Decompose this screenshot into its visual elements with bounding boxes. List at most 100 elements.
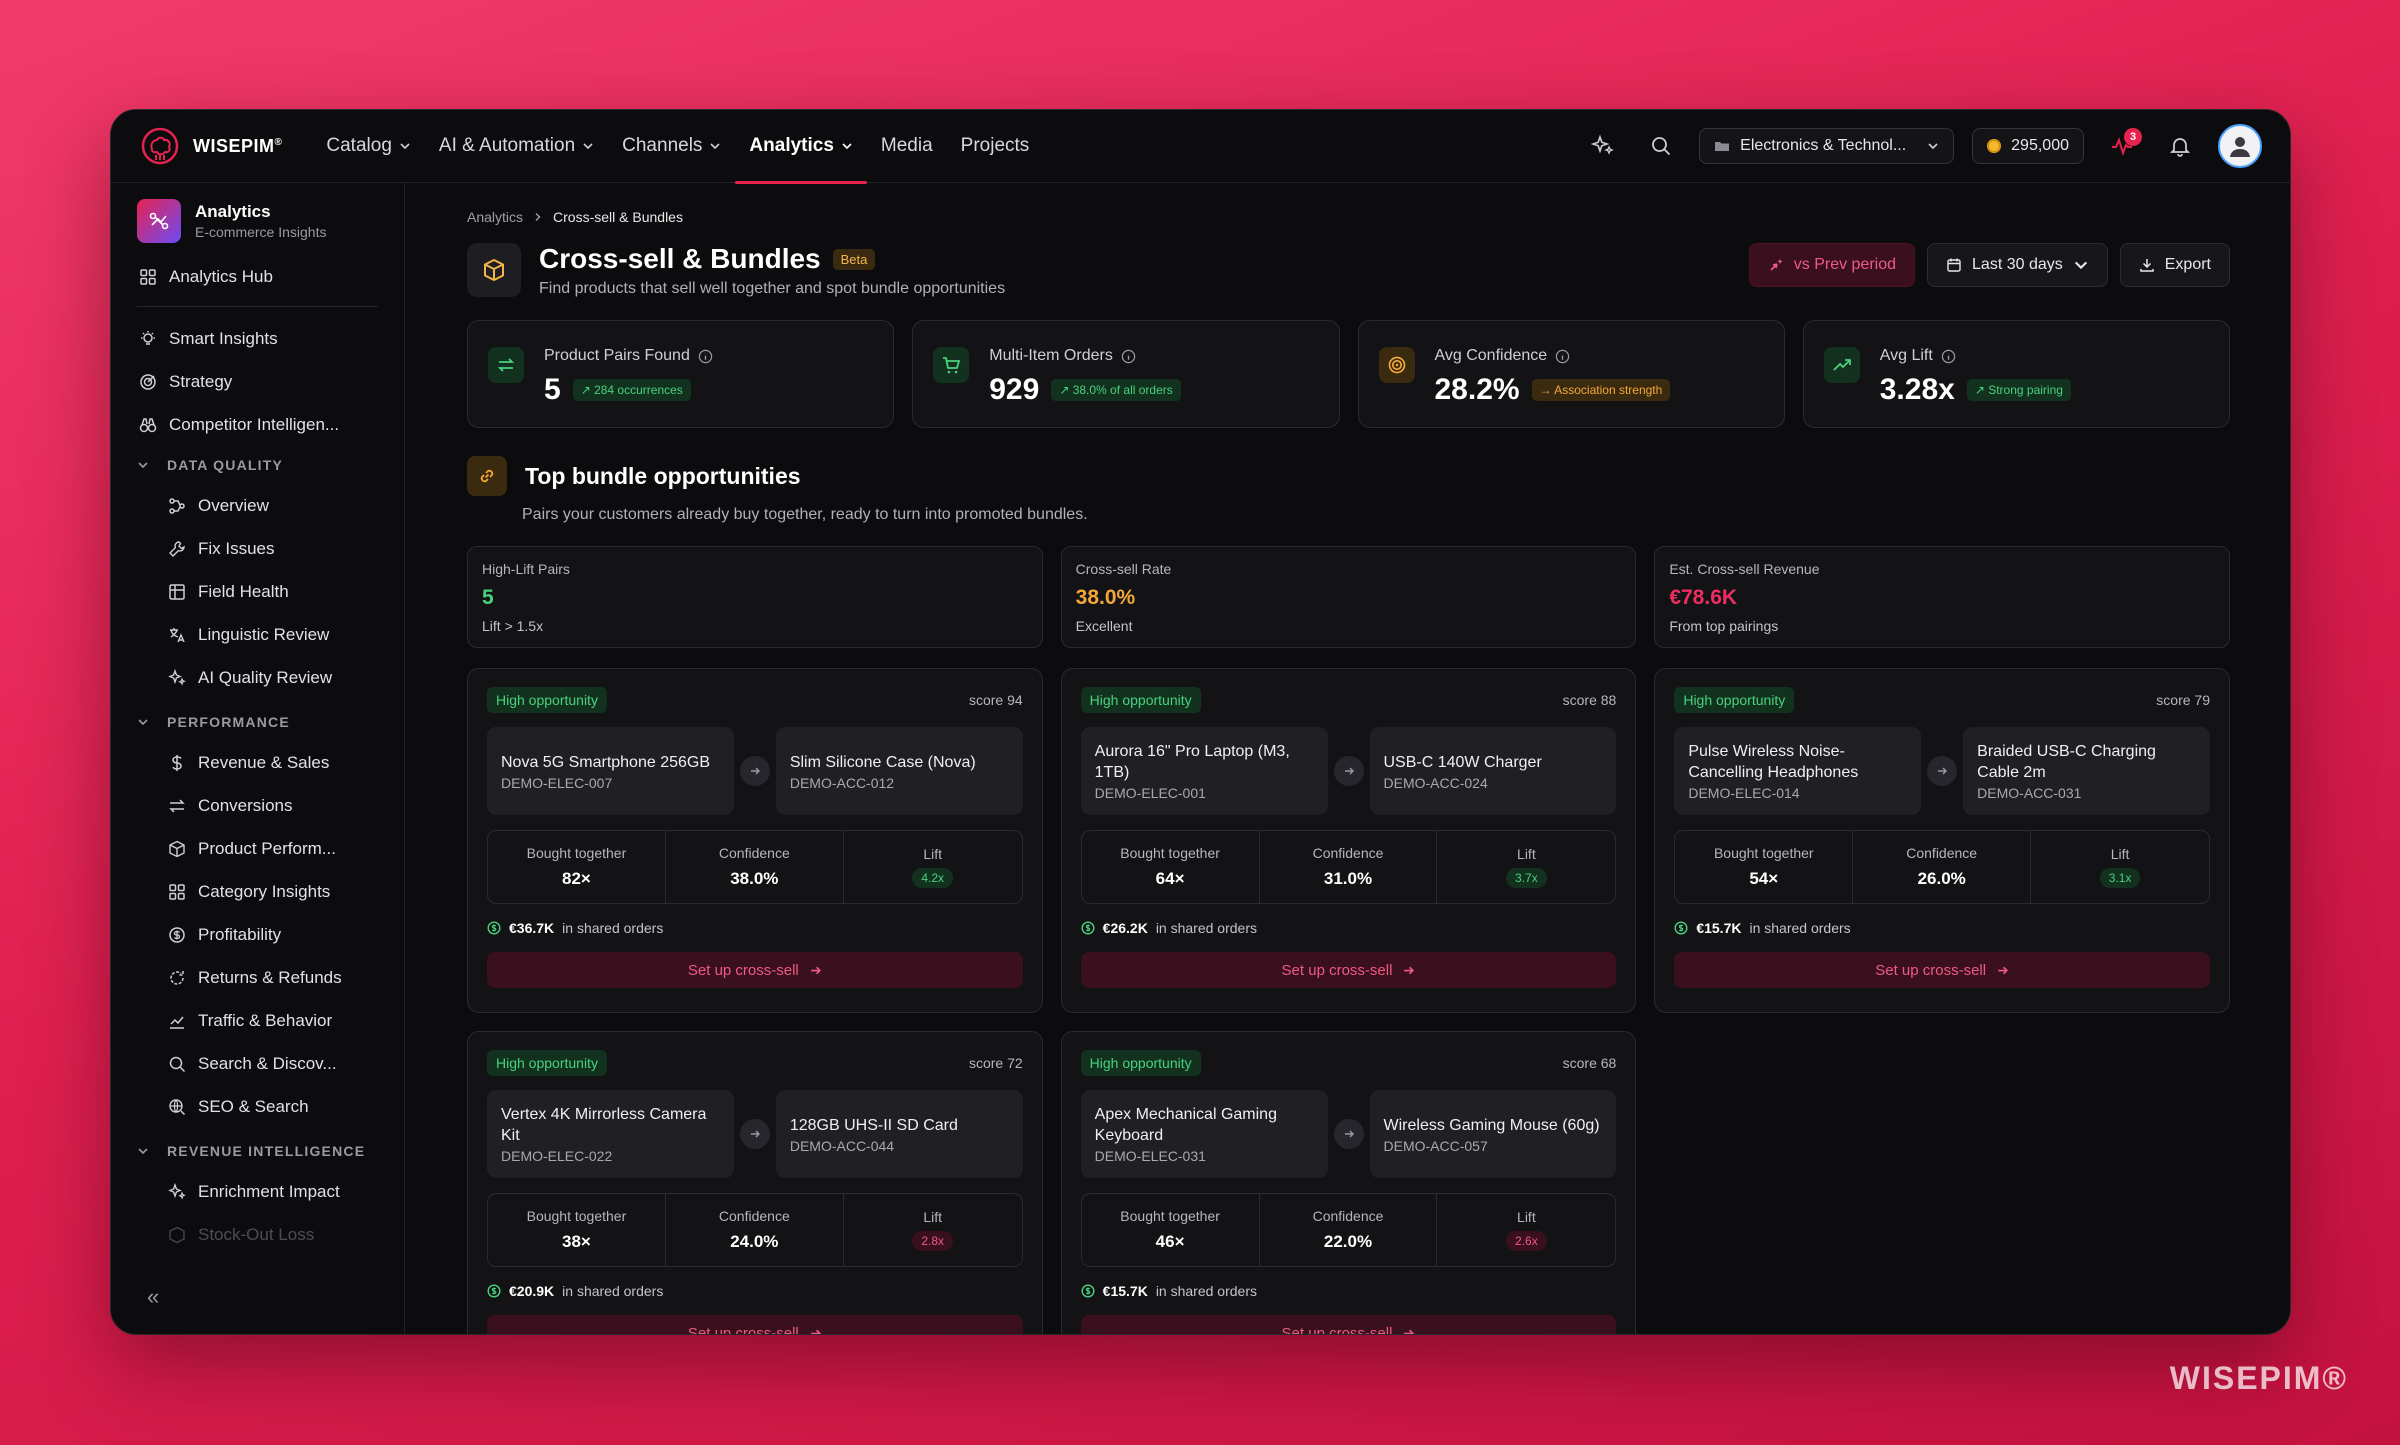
metric-label: Bought together (526, 1208, 627, 1224)
info-icon[interactable] (1941, 349, 1956, 364)
sidebar-item-label: Product Perform... (198, 838, 336, 858)
coin-icon (1987, 139, 2002, 153)
credits-balance[interactable]: 295,000 (1972, 128, 2084, 164)
set-up-cross-sell-button[interactable]: Set up cross-sell (487, 1315, 1023, 1334)
metric-label: Bought together (1120, 845, 1220, 861)
stat-foot: From top pairings (1669, 618, 1779, 634)
ai-sparkle-button[interactable] (1583, 126, 1623, 166)
set-up-cross-sell-button[interactable]: Set up cross-sell (487, 952, 1023, 988)
kpi-trend-chip: ↗ 284 occurrences (572, 379, 691, 401)
nav-analytics[interactable]: Analytics (735, 110, 868, 184)
kpi-card-avg-lift: Avg Lift 3.28x ↗ Strong pairing (1802, 320, 2230, 428)
compare-prev-period-button[interactable]: vs Prev period (1748, 243, 1916, 287)
section-subtitle: Pairs your customers already buy togethe… (522, 506, 1088, 523)
export-button[interactable]: Export (2119, 243, 2230, 287)
info-icon[interactable] (1555, 349, 1570, 364)
nav-projects[interactable]: Projects (947, 110, 1044, 183)
sidebar-item-label: Fix Issues (198, 538, 275, 558)
sidebar-item-enrichment-impact[interactable]: Enrichment Impact (111, 1170, 404, 1213)
date-range-label: Last 30 days (1972, 256, 2063, 273)
watermark: WISEPIM® (2169, 1360, 2348, 1396)
sidebar-item-competitor-intelligence[interactable]: Competitor Intelligen... (111, 403, 404, 446)
set-up-cross-sell-button[interactable]: Set up cross-sell (1674, 952, 2210, 988)
sidebar-item-strategy[interactable]: Strategy (111, 360, 404, 403)
user-avatar[interactable] (2218, 124, 2262, 168)
kpi-value: 929 (989, 373, 1040, 406)
bundle-section-header: Top bundle opportunities (467, 456, 2230, 496)
bundle-score: score 88 (1562, 692, 1617, 708)
sidebar-item-conversions[interactable]: Conversions (111, 784, 404, 827)
sidebar-item-label: Analytics Hub (169, 266, 273, 286)
sidebar-item-stock-out-loss[interactable]: Stock-Out Loss (111, 1213, 404, 1256)
sidebar-item-analytics-hub[interactable]: Analytics Hub (111, 255, 404, 298)
chevron-down-icon (400, 143, 410, 150)
shared-amount: €20.9K (509, 1283, 555, 1299)
coin-dollar-icon (1081, 921, 1095, 935)
sidebar-item-field-health[interactable]: Field Health (111, 570, 404, 613)
sidebar-item-label: SEO & Search (198, 1096, 309, 1116)
product-sku: DEMO-ELEC-001 (1094, 785, 1206, 801)
info-icon[interactable] (1121, 349, 1136, 364)
sidebar-item-category-insights[interactable]: Category Insights (111, 870, 404, 913)
metric-label: Lift (923, 846, 943, 862)
nav-ai-automation[interactable]: AI & Automation (425, 110, 608, 183)
info-icon[interactable] (698, 349, 713, 364)
sidebar-item-label: Smart Insights (169, 328, 278, 348)
product-tile[interactable]: Pulse Wireless Noise-Cancelling Headphon… (1674, 727, 1922, 815)
sidebar-item-ai-quality-review[interactable]: AI Quality Review (111, 656, 404, 699)
sidebar-section-label: REVENUE INTELLIGENCE (167, 1143, 366, 1159)
sidebar-section-data-quality[interactable]: DATA QUALITY (111, 446, 404, 484)
stat-est-cross-sell-revenue: Est. Cross-sell Revenue €78.6K From top … (1654, 546, 2230, 648)
nav-catalog[interactable]: Catalog (312, 110, 425, 183)
sidebar-item-returns-refunds[interactable]: Returns & Refunds (111, 956, 404, 999)
product-tile[interactable]: Braided USB-C Charging Cable 2m DEMO-ACC… (1963, 727, 2211, 815)
set-up-cross-sell-button[interactable]: Set up cross-sell (1080, 952, 1617, 988)
nav-label: Channels (622, 135, 703, 156)
opportunity-badge: High opportunity (1080, 687, 1201, 713)
sidebar-item-fix-issues[interactable]: Fix Issues (111, 527, 404, 570)
product-tile[interactable]: Wireless Gaming Mouse (60g) DEMO-ACC-057 (1369, 1090, 1617, 1178)
chevron-down-icon (842, 143, 852, 150)
nav-media[interactable]: Media (867, 110, 947, 183)
search-button[interactable] (1641, 126, 1681, 166)
nav-channels[interactable]: Channels (608, 110, 735, 183)
sidebar-item-search-discovery[interactable]: Search & Discov... (111, 1042, 404, 1085)
arrow-right-icon (739, 756, 770, 786)
date-range-select[interactable]: Last 30 days (1927, 243, 2108, 287)
beta-badge: Beta (832, 248, 876, 270)
nav-label: Analytics (749, 135, 834, 156)
activity-button[interactable]: 3 (2102, 126, 2142, 166)
sidebar-item-profitability[interactable]: Profitability (111, 913, 404, 956)
metric-bought-together: 38× (562, 1232, 591, 1251)
coin-dollar-icon (487, 1284, 501, 1298)
sidebar-item-smart-insights[interactable]: Smart Insights (111, 317, 404, 360)
sidebar-item-traffic-behavior[interactable]: Traffic & Behavior (111, 999, 404, 1042)
sidebar-item-overview[interactable]: Overview (111, 484, 404, 527)
sidebar-item-revenue-sales[interactable]: Revenue & Sales (111, 741, 404, 784)
brand-logo[interactable]: WISEPIM® (139, 125, 282, 167)
collapse-sidebar-button[interactable]: « (147, 1284, 159, 1310)
sidebar-section-performance[interactable]: PERFORMANCE (111, 703, 404, 741)
product-tile[interactable]: Apex Mechanical Gaming Keyboard DEMO-ELE… (1080, 1090, 1328, 1178)
bundle-metrics: Bought together 54× Confidence 26.0% Lif… (1674, 830, 2210, 904)
product-tile[interactable]: Aurora 16" Pro Laptop (M3, 1TB) DEMO-ELE… (1080, 727, 1328, 815)
product-sku: DEMO-ACC-044 (789, 1137, 895, 1154)
product-tile[interactable]: Vertex 4K Mirrorless Camera Kit DEMO-ELE… (487, 1090, 734, 1178)
kpi-card-product-pairs: Product Pairs Found 5 ↗ 284 occurrences (467, 320, 895, 428)
metric-confidence: 22.0% (1323, 1232, 1373, 1251)
sidebar-item-product-performance[interactable]: Product Perform... (111, 827, 404, 870)
metric-confidence: 24.0% (730, 1232, 779, 1251)
sidebar-item-seo-search[interactable]: SEO & Search (111, 1085, 404, 1128)
product-tile[interactable]: 128GB UHS-II SD Card DEMO-ACC-044 (775, 1090, 1023, 1178)
sidebar-section-revenue-intelligence[interactable]: REVENUE INTELLIGENCE (111, 1132, 404, 1170)
set-up-cross-sell-button[interactable]: Set up cross-sell (1080, 1315, 1617, 1334)
product-tile[interactable]: USB-C 140W Charger DEMO-ACC-024 (1369, 727, 1617, 815)
breadcrumb-analytics[interactable]: Analytics (467, 209, 523, 225)
metric-label: Confidence (718, 845, 790, 861)
product-tile[interactable]: Nova 5G Smartphone 256GB DEMO-ELEC-007 (487, 727, 734, 815)
sidebar-item-linguistic-review[interactable]: Linguistic Review (111, 613, 404, 656)
notifications-button[interactable] (2160, 126, 2200, 166)
product-tile[interactable]: Slim Silicone Case (Nova) DEMO-ACC-012 (775, 727, 1023, 815)
bundle-cards: High opportunity score 94 Nova 5G Smartp… (467, 668, 2230, 1334)
workspace-select[interactable]: Electronics & Technol... (1699, 128, 1955, 164)
